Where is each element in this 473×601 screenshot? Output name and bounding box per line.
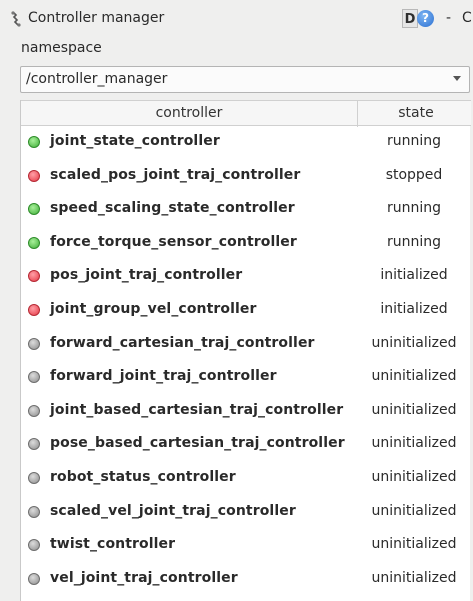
controller-state: uninitialized [371,502,457,519]
controller-name: scaled_pos_joint_traj_controller [50,166,301,183]
status-led-icon [28,572,40,585]
table-row[interactable]: forward_cartesian_traj_controller uniniti… [21,328,471,362]
namespace-selected-value: /controller_manager [26,71,168,87]
status-led-icon [28,404,40,417]
table-row[interactable]: scaled_pos_joint_traj_controller stopped [21,160,471,194]
table-row[interactable]: vel_joint_traj_controller uninitialized [21,563,471,597]
status-led-icon [28,471,40,484]
status-led-icon [28,270,40,283]
table-row[interactable]: speed_scaling_state_controller running [21,193,471,227]
controller-name: twist_controller [50,536,176,553]
controller-state: uninitialized [371,401,457,418]
controller-state: initialized [380,267,448,284]
controller-name: joint_state_controller [50,133,220,149]
table-row[interactable]: pose_based_cartesian_traj_controller unin… [21,428,471,462]
minimize-button[interactable]: - [446,10,451,26]
status-led-icon [28,438,40,451]
controller-name: forward_cartesian_traj_controller [50,334,315,351]
status-led-icon [28,236,40,249]
table-row[interactable]: joint_based_cartesian_traj_controller uni… [21,395,471,429]
controller-name: speed_scaling_state_controller [50,200,295,217]
column-header-state[interactable]: state [361,105,471,121]
status-led-icon [28,539,40,552]
table-row[interactable]: twist_controller uninitialized [21,529,471,563]
controller-state: uninitialized [371,468,457,485]
controller-state: uninitialized [371,536,457,553]
help-icon[interactable]: ? [417,10,434,27]
status-led-icon [28,136,40,148]
chevron-down-icon [453,76,461,81]
window-title: Controller manager [28,10,165,26]
namespace-select[interactable]: /controller_manager [20,66,470,93]
controller-name: vel_joint_traj_controller [50,569,238,586]
status-led-icon [28,505,40,518]
controller-state: uninitialized [371,334,457,351]
table-row[interactable]: force_torque_sensor_controller running [21,227,471,261]
table-row[interactable]: pos_joint_traj_controller initialized [21,260,471,294]
table-body: joint_state_controller running scaled_pos… [21,126,471,596]
status-led-icon [28,303,40,316]
controller-name: pose_based_cartesian_traj_controller [50,435,345,452]
status-led-icon [28,371,40,384]
controller-name: robot_status_controller [50,468,236,485]
table-row[interactable]: joint_state_controller running [21,126,471,160]
table-row[interactable]: forward_joint_traj_controller uninitializ… [21,361,471,395]
status-led-icon [28,203,40,216]
controller-state: uninitialized [371,368,457,385]
table-row[interactable]: robot_status_controller uninitialized [21,462,471,496]
controller-state: running [386,133,442,149]
status-led-icon [28,337,40,350]
controller-table: controller state joint_state_controllerr… [20,100,471,601]
close-button[interactable]: C [462,10,472,26]
controller-state: uninitialized [371,435,457,452]
controller-state: running [386,200,442,217]
controller-name: force_torque_sensor_controller [50,233,297,250]
controller-state: initialized [380,300,448,317]
table-row[interactable]: joint_group_vel_controller initialized [21,294,471,328]
column-divider [357,101,358,127]
controller-name: joint_group_vel_controller [50,300,257,317]
column-header-controller[interactable]: controller [21,105,357,121]
plugin-icon [11,11,21,27]
dock-toggle-button[interactable]: D [402,9,418,28]
namespace-label: namespace [21,40,102,56]
controller-state: running [386,233,442,250]
controller-name: forward_joint_traj_controller [50,368,277,385]
controller-state: stopped [385,166,443,183]
controller-name: scaled_vel_joint_traj_controller [50,502,296,519]
status-led-icon [28,169,40,182]
table-header: controller state [21,100,471,127]
controller-name: pos_joint_traj_controller [50,267,243,284]
title-bar: Controller manager D ? - C [0,0,473,36]
table-row[interactable]: scaled_vel_joint_traj_controller uninitia… [21,496,471,530]
controller-state: uninitialized [371,569,457,586]
controller-name: joint_based_cartesian_traj_controller [50,401,344,418]
controller-manager-window: Controller manager D ? - C namespace /co… [0,0,473,601]
